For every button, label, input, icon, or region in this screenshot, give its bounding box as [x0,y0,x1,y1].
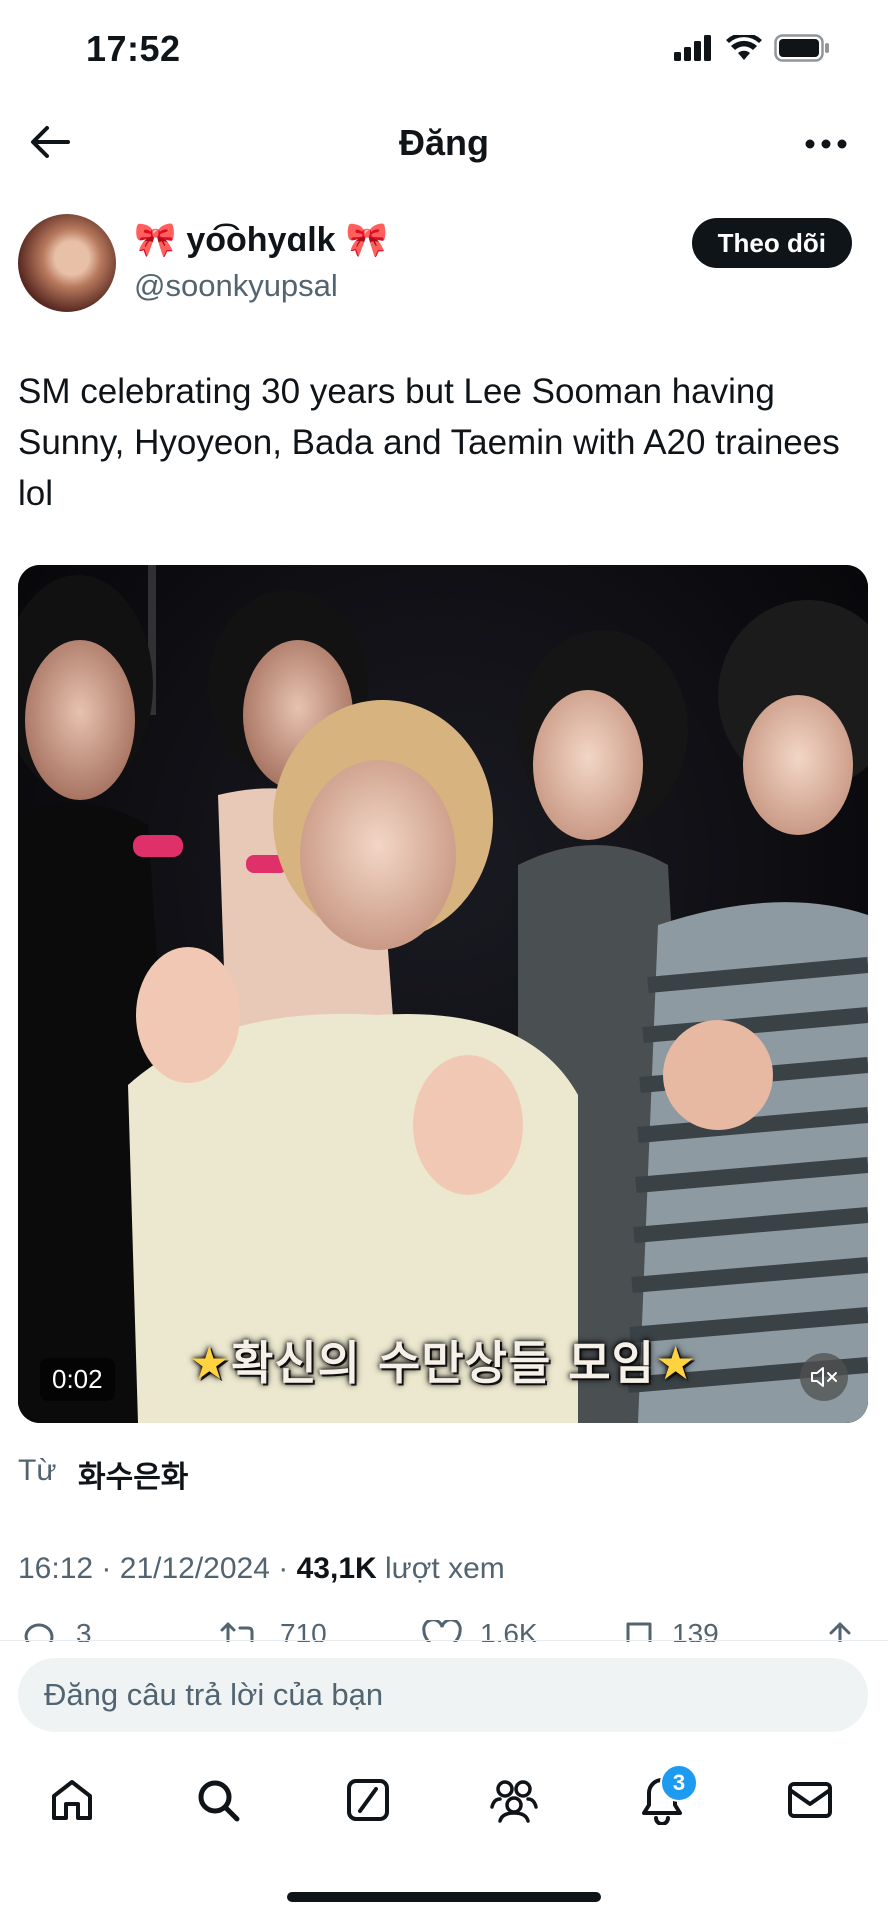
page-title: Đăng [399,122,489,163]
status-icons [674,34,830,62]
caption-text: 확신의 수만상들 모임 [231,1336,655,1390]
source-prefix: Từ [18,1454,57,1487]
nav-communities[interactable] [484,1770,544,1830]
signal-icon [674,35,711,61]
grok-icon [347,1779,389,1821]
volume-muted-icon [811,1367,837,1387]
video-frame [18,565,868,1423]
tweet-actions: 3 710 1,6K 139 [18,1620,858,1642]
like-action[interactable]: 1,6K [422,1620,538,1642]
view-count: 43,1K [296,1552,377,1585]
bookmark-icon [626,1622,652,1642]
search-icon [198,1780,240,1822]
tweet-date[interactable]: 21/12/2024 [120,1552,270,1585]
source-name[interactable]: 화수은화 [78,1452,188,1496]
meta-separator: · [278,1552,289,1585]
home-icon [52,1780,92,1820]
author-avatar[interactable] [18,214,116,312]
share-icon [829,1622,851,1642]
view-label: lượt xem [385,1552,505,1585]
video-caption: ★확신의 수만상들 모임★ [18,1327,868,1393]
video-duration: 0:02 [40,1358,115,1401]
bow-emoji-right: 🎀 [345,221,388,259]
notification-badge: 3 [660,1764,698,1802]
author-display-name: yo͡ohyɑlk [186,220,336,259]
tweet-text: SM celebrating 30 years but Lee Sooman h… [18,372,840,513]
bow-emoji-left: 🎀 [134,221,177,259]
repost-icon [220,1622,254,1642]
tweet-video[interactable]: ★확신의 수만상들 모임★ 0:02 [18,565,868,1423]
reply-input[interactable]: Đăng câu trả lời của bạn [18,1658,868,1732]
nav-home[interactable] [42,1770,102,1830]
more-options-button[interactable] [800,124,852,164]
nav-grok[interactable] [338,1770,398,1830]
status-time: 17:52 [86,28,181,69]
like-count: 1,6K [480,1620,538,1642]
divider [0,1640,888,1641]
nav-search[interactable] [188,1770,248,1830]
mail-icon [788,1782,832,1818]
caption-star-right: ★ [654,1336,698,1390]
battery-icon [774,34,829,62]
tweet-time[interactable]: 16:12 [18,1552,93,1585]
bottom-nav: 3 [0,1760,888,1850]
author-name[interactable]: 🎀 yo͡ohyɑlk 🎀 [134,220,388,260]
author-handle[interactable]: @soonkyupsal [134,268,338,304]
communities-icon [490,1780,538,1823]
nav-messages[interactable] [780,1770,840,1830]
more-dots-icon [805,139,847,149]
mute-button[interactable] [800,1353,848,1401]
repost-count: 710 [280,1620,327,1642]
reply-count: 3 [76,1620,92,1642]
home-indicator [287,1892,601,1902]
share-action[interactable] [826,1620,854,1642]
nav-notifications[interactable]: 3 [632,1764,698,1830]
follow-button[interactable]: Theo dõi [691,218,852,268]
bookmark-action[interactable]: 139 [624,1620,719,1642]
bookmark-count: 139 [672,1620,719,1642]
reply-icon [24,1623,54,1642]
reply-action[interactable]: 3 [22,1620,92,1642]
meta-separator: · [101,1552,112,1585]
wifi-icon [726,35,762,60]
tweet-meta: 16:12 · 21/12/2024 · 43,1K lượt xem [18,1552,505,1586]
repost-action[interactable]: 710 [218,1620,327,1642]
heart-icon [422,1620,462,1642]
caption-star-left: ★ [188,1336,232,1390]
